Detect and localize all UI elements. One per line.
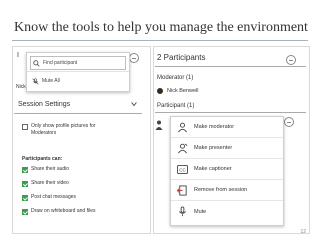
profile-pictures-label: Only show profile pictures for Moderator…	[31, 123, 95, 137]
moderator-row[interactable]: Nick Benwell	[157, 88, 198, 94]
chevron-down-icon[interactable]	[130, 100, 138, 108]
post-chat-option[interactable]: Post chat messages	[22, 194, 76, 201]
find-participant-button[interactable]: Find participant	[30, 56, 126, 70]
participants-title: 2 Participants	[157, 53, 206, 62]
share-audio-option[interactable]: Share their audio	[22, 166, 69, 173]
popup-separator	[27, 71, 129, 72]
draw-whiteboard-checkbox[interactable]	[22, 208, 28, 215]
make-captioner-item[interactable]: CC Make captioner	[171, 159, 283, 180]
participant-options-icon[interactable]	[284, 117, 294, 127]
left-panel-partial-header: I	[17, 52, 19, 59]
profile-pictures-label-line2: Moderators	[31, 130, 57, 136]
remove-icon	[176, 184, 187, 196]
captioner-icon: CC	[176, 164, 188, 174]
participants-can-heading: Participants can:	[22, 156, 63, 162]
draw-whiteboard-option[interactable]: Draw on whiteboard and files	[22, 208, 95, 215]
share-audio-checkbox[interactable]	[22, 166, 28, 173]
collapse-participants-icon[interactable]	[286, 55, 296, 65]
mute-item[interactable]: Mute	[171, 201, 283, 222]
remove-from-session-item[interactable]: Remove from session	[171, 180, 283, 201]
participant-options-popup: Find participant Mute All	[26, 52, 130, 92]
svg-text:CC: CC	[179, 167, 186, 172]
moderator-icon	[177, 122, 187, 132]
find-participant-label: Find participant	[43, 60, 78, 66]
make-captioner-label: Make captioner	[194, 166, 232, 172]
make-presenter-label: Make presenter	[194, 145, 233, 151]
collapse-icon[interactable]	[129, 53, 139, 63]
make-moderator-label: Make moderator	[194, 124, 235, 130]
profile-pictures-checkbox[interactable]	[22, 123, 28, 130]
post-chat-checkbox[interactable]	[22, 194, 28, 201]
remove-from-session-label: Remove from session	[194, 187, 248, 193]
make-presenter-item[interactable]: Make presenter	[171, 138, 283, 159]
participant-divider	[155, 112, 306, 113]
profile-pictures-option[interactable]: Only show profile pictures for Moderator…	[22, 123, 95, 137]
moderator-name: Nick Benwell	[167, 88, 199, 94]
session-settings-title: Session Settings	[18, 101, 71, 108]
mute-all-button[interactable]: Mute All	[30, 75, 124, 87]
moderator-header: Moderator (1)	[157, 75, 194, 81]
session-settings-divider	[14, 113, 142, 114]
share-video-checkbox[interactable]	[22, 180, 28, 187]
search-icon	[33, 59, 40, 67]
participant-action-menu: Make moderator Make presenter CC Make ca…	[170, 116, 284, 226]
profile-pictures-label-line1: Only show profile pictures for	[31, 123, 96, 129]
mute-all-label: Mute All	[42, 78, 60, 84]
share-video-label: Share their video	[31, 180, 69, 186]
draw-whiteboard-label: Draw on whiteboard and files	[31, 208, 96, 214]
share-video-option[interactable]: Share their video	[22, 180, 69, 187]
participant-header: Participant (1)	[157, 103, 195, 109]
post-chat-label: Post chat messages	[31, 194, 77, 200]
page-number: 12	[300, 229, 306, 235]
mute-icon	[178, 206, 186, 217]
slide-title: Know the tools to help you manage the en…	[14, 20, 308, 35]
presenter-icon	[177, 143, 187, 153]
title-divider	[12, 40, 308, 41]
mute-label: Mute	[194, 208, 207, 215]
share-audio-label: Share their audio	[31, 166, 70, 172]
make-moderator-item[interactable]: Make moderator	[171, 117, 283, 138]
mute-mic-icon	[32, 77, 39, 85]
participant-person-icon	[155, 120, 163, 130]
avatar	[157, 88, 163, 94]
participants-divider	[155, 66, 306, 67]
